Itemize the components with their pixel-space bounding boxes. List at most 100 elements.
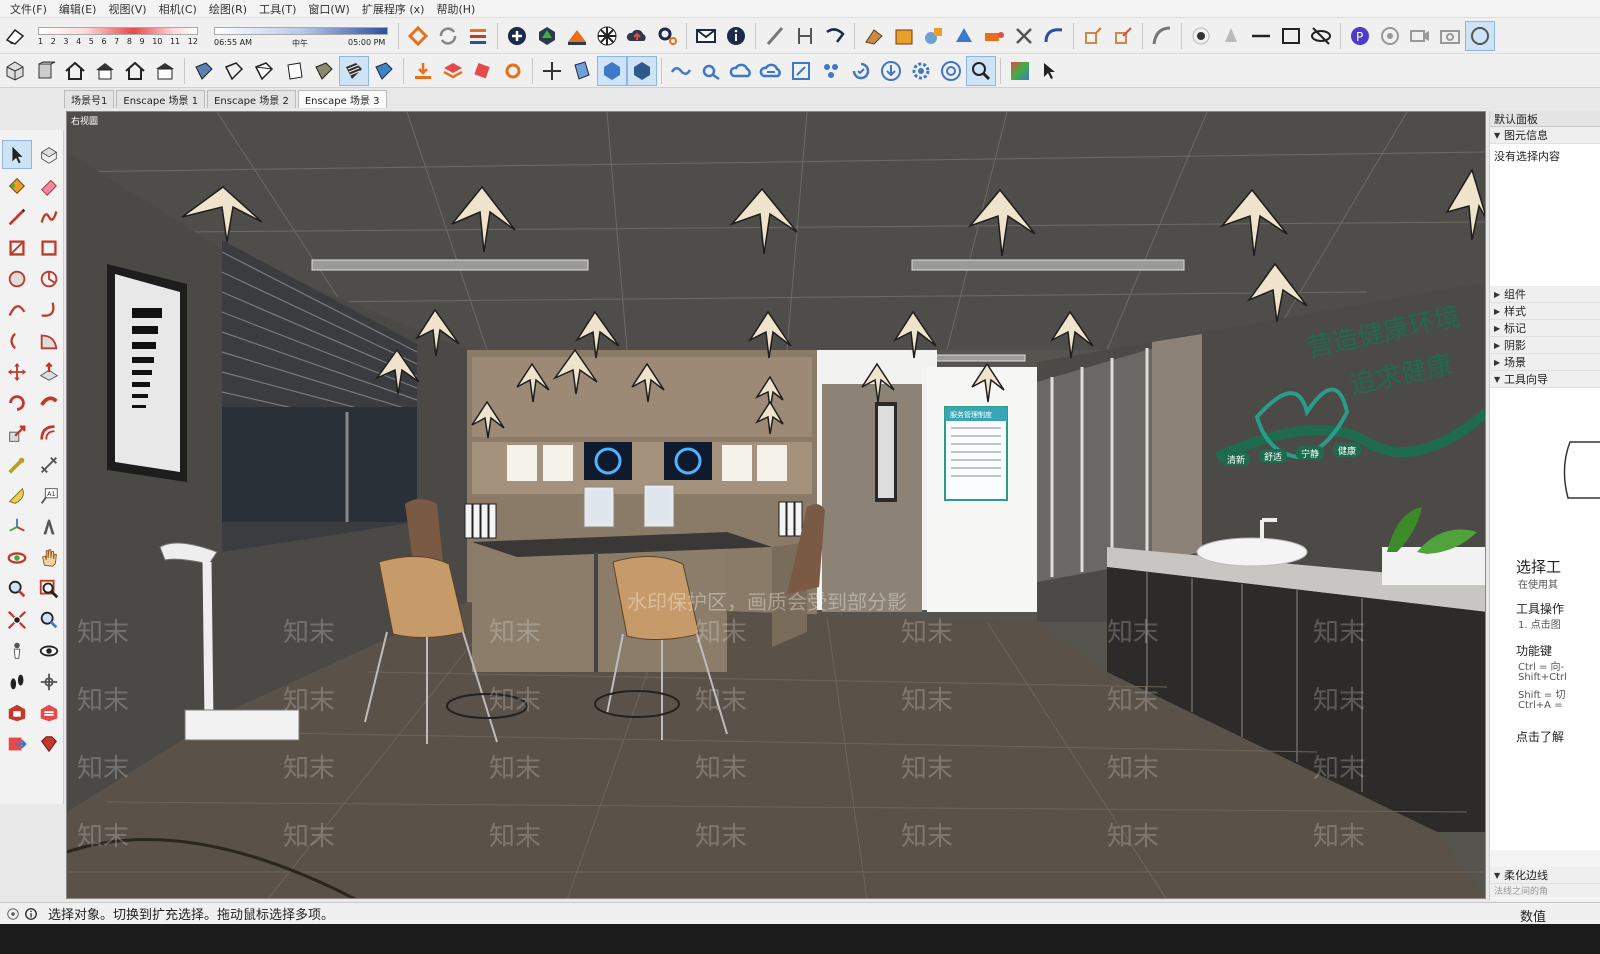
- guide-more-link[interactable]: 点击了解: [1516, 728, 1564, 745]
- 3d-text-icon[interactable]: [34, 512, 64, 541]
- styles-icon[interactable]: [369, 56, 399, 86]
- instructor-header[interactable]: ▼ 工具向导: [1490, 371, 1600, 388]
- render-settings-icon[interactable]: [498, 56, 528, 86]
- link-search-icon[interactable]: [696, 56, 726, 86]
- make-component-icon[interactable]: [34, 140, 64, 169]
- move-tool-icon[interactable]: [2, 357, 32, 386]
- pie-tool-icon[interactable]: [34, 326, 64, 355]
- add-circle-icon[interactable]: [502, 21, 532, 51]
- shadows-header[interactable]: ▶ 阴影: [1490, 337, 1600, 354]
- paint-bucket-icon[interactable]: [2, 171, 32, 200]
- follow-me-icon[interactable]: [820, 21, 850, 51]
- dimension-tool-icon[interactable]: [790, 21, 820, 51]
- push-pull-icon[interactable]: [859, 21, 889, 51]
- tags-header[interactable]: ▶ 标记: [1490, 320, 1600, 337]
- shapes-icon[interactable]: [919, 21, 949, 51]
- polygon-tool-icon[interactable]: [34, 264, 64, 293]
- link-chain-icon[interactable]: [666, 56, 696, 86]
- two-point-arc-icon[interactable]: [34, 295, 64, 324]
- model-viewport[interactable]: 右视圖 服务管理制度 营造健康环境 追求健康 清新 舒适 宁静 健康 水印保护区…: [66, 111, 1486, 899]
- curve-tool-icon[interactable]: [1039, 21, 1069, 51]
- settings-gears-icon[interactable]: [652, 21, 682, 51]
- front-view-icon[interactable]: [90, 56, 120, 86]
- gear-icon[interactable]: [906, 56, 936, 86]
- layers-stack-icon[interactable]: [438, 56, 468, 86]
- tab-enscape-3[interactable]: Enscape 场景 3: [297, 90, 387, 108]
- extension-active-icon[interactable]: [1465, 20, 1495, 51]
- menu-help[interactable]: 帮助(H): [430, 1, 481, 17]
- download-circle-icon[interactable]: [876, 56, 906, 86]
- freehand-icon[interactable]: [34, 202, 64, 231]
- info-circle-icon[interactable]: [22, 905, 40, 923]
- push-pull-tool-icon[interactable]: [34, 357, 64, 386]
- rectangle-tool-icon[interactable]: [2, 233, 32, 262]
- extension-warehouse-icon[interactable]: [34, 698, 64, 727]
- refresh-check-icon[interactable]: [846, 56, 876, 86]
- scale-tool-left-icon[interactable]: [2, 419, 32, 448]
- right-view-icon[interactable]: [120, 56, 150, 86]
- tab-enscape-2[interactable]: Enscape 场景 2: [207, 90, 296, 108]
- home-view-icon[interactable]: [60, 56, 90, 86]
- render-component-icon[interactable]: [468, 56, 498, 86]
- scissors-icon[interactable]: [1009, 21, 1039, 51]
- shadow-month-slider[interactable]: 1 2 3 4 5 6 7 8 9 10 11 12: [34, 21, 204, 51]
- eraser-tool-icon[interactable]: [0, 21, 30, 51]
- protractor-icon[interactable]: [2, 481, 32, 510]
- arc-sweep-icon[interactable]: [1147, 21, 1177, 51]
- textured-style-icon[interactable]: [309, 56, 339, 86]
- cloud-upload-icon[interactable]: [622, 21, 652, 51]
- menu-tools[interactable]: 工具(T): [253, 1, 302, 17]
- hide-eye-icon[interactable]: [1306, 21, 1336, 51]
- section-plane-tool-icon[interactable]: [34, 667, 64, 696]
- sync-refresh-icon[interactable]: [433, 21, 463, 51]
- zoom-window-icon[interactable]: [966, 55, 996, 86]
- warehouse-icon[interactable]: [2, 698, 32, 727]
- orbit-tool-icon[interactable]: [2, 543, 32, 572]
- menu-file[interactable]: 文件(F): [4, 1, 53, 17]
- shaded-style-icon[interactable]: [279, 56, 309, 86]
- styles-header[interactable]: ▶ 样式: [1490, 303, 1600, 320]
- pencil-line-icon[interactable]: [2, 202, 32, 231]
- menu-draw[interactable]: 绘图(R): [203, 1, 253, 17]
- text-tool-icon[interactable]: A1: [34, 481, 64, 510]
- line-segment-icon[interactable]: [1246, 21, 1276, 51]
- walk-footprints-icon[interactable]: [2, 667, 32, 696]
- circle-tool-icon[interactable]: [2, 264, 32, 293]
- menu-window[interactable]: 窗口(W): [302, 1, 355, 17]
- section-fill-icon[interactable]: [627, 55, 657, 86]
- tape-icon[interactable]: [979, 21, 1009, 51]
- components-header[interactable]: ▶ 组件: [1490, 286, 1600, 303]
- geolocation-icon[interactable]: [4, 905, 22, 923]
- three-point-arc-icon[interactable]: [2, 326, 32, 355]
- zoom-window-tool-icon[interactable]: [34, 574, 64, 603]
- axes-tool-icon[interactable]: [2, 512, 32, 541]
- top-view-icon[interactable]: [30, 56, 60, 86]
- soften-edges-header[interactable]: ▼ 柔化边线: [1490, 867, 1600, 884]
- shadow-time-slider[interactable]: 06:55 AM 中午 05:00 PM: [214, 21, 394, 51]
- entity-info-header[interactable]: ▼ 图元信息: [1490, 127, 1600, 144]
- checker-sphere-icon[interactable]: [592, 21, 622, 51]
- select-tool-icon[interactable]: [2, 140, 32, 169]
- offset-tool-icon[interactable]: [34, 419, 64, 448]
- section-plane-icon[interactable]: [567, 56, 597, 86]
- scale-tool-icon[interactable]: [1078, 21, 1108, 51]
- orbit-settings-icon[interactable]: [1375, 21, 1405, 51]
- wireframe-style-icon[interactable]: [219, 56, 249, 86]
- cloud-sync-icon[interactable]: [726, 56, 756, 86]
- share-model-icon[interactable]: [2, 729, 32, 758]
- zoom-extents-icon[interactable]: [786, 56, 816, 86]
- rectangle-icon[interactable]: [1276, 21, 1306, 51]
- back-view-icon[interactable]: [150, 56, 180, 86]
- components-cluster-icon[interactable]: [816, 56, 846, 86]
- tape-measure-icon[interactable]: [2, 450, 32, 479]
- scenes-header[interactable]: ▶ 场景: [1490, 354, 1600, 371]
- dimension-left-icon[interactable]: [34, 450, 64, 479]
- plugin-p-icon[interactable]: P: [1345, 21, 1375, 51]
- section-cut-icon[interactable]: [597, 55, 627, 86]
- resize-tool-icon[interactable]: [1108, 21, 1138, 51]
- views-list-icon[interactable]: [463, 21, 493, 51]
- pan-hand-icon[interactable]: [34, 543, 64, 572]
- video-icon[interactable]: [1405, 21, 1435, 51]
- menu-view[interactable]: 视图(V): [102, 1, 152, 17]
- mail-icon[interactable]: [691, 21, 721, 51]
